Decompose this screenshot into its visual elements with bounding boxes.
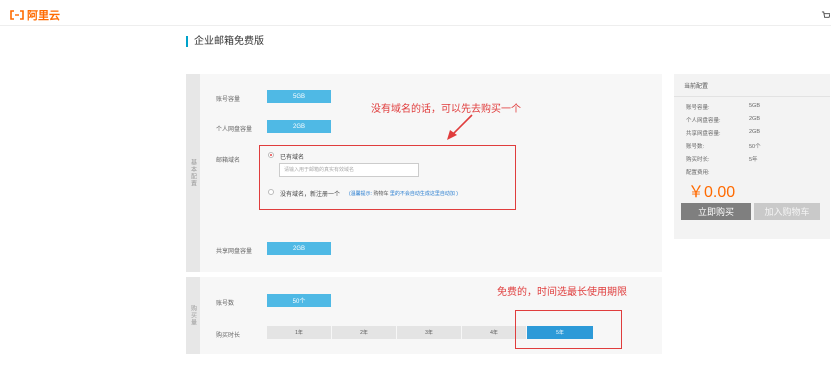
summary-value-capacity: 5GB <box>749 103 761 109</box>
summary-label-shared: 共享网盘容量: <box>686 131 721 137</box>
summary-price: ￥0.00 <box>688 184 736 201</box>
account-capacity-label: 账号容量 <box>216 97 241 103</box>
purchase-side-label: 购买量 <box>186 277 200 354</box>
duration-annotation-box <box>515 310 622 349</box>
summary-value-accounts: 50个 <box>749 144 761 150</box>
personal-disk-value[interactable]: 2GB <box>267 120 331 133</box>
page-title: 企业邮箱免费版 <box>186 36 264 47</box>
top-bar: 阿里云 <box>0 0 831 26</box>
summary-value-shared: 2GB <box>749 129 761 135</box>
summary-label-capacity: 账号容量: <box>686 105 710 111</box>
summary-value-duration: 5年 <box>749 157 758 163</box>
summary-label-duration: 购买时长: <box>686 157 710 163</box>
aliyun-logo[interactable]: 阿里云 <box>10 7 60 23</box>
duration-annotation-text: 免费的，时间选最长使用期限 <box>497 287 627 298</box>
summary-value-personal: 2GB <box>749 116 761 122</box>
buy-now-button[interactable]: 立即购买 <box>681 203 751 220</box>
accounts-label: 账号数 <box>216 301 235 307</box>
duration-option-1[interactable]: 1年 <box>267 326 331 339</box>
basic-config-side-label: 基本配置 <box>186 74 200 272</box>
duration-option-3[interactable]: 3年 <box>397 326 461 339</box>
account-capacity-value[interactable]: 5GB <box>267 90 331 103</box>
shared-disk-value[interactable]: 2GB <box>267 242 331 255</box>
summary-label-fee: 配置费用: <box>686 170 710 176</box>
cart-icon[interactable] <box>821 7 831 25</box>
summary-title: 当前配置 <box>684 84 709 90</box>
summary-label-personal: 个人网盘容量: <box>686 118 721 124</box>
shared-disk-label: 共享网盘容量 <box>216 249 253 255</box>
summary-label-accounts: 账号数: <box>686 144 705 150</box>
logo-text: 阿里云 <box>27 10 60 22</box>
duration-option-2[interactable]: 2年 <box>332 326 396 339</box>
add-to-cart-button[interactable]: 加入购物车 <box>754 203 820 220</box>
accounts-value[interactable]: 50个 <box>267 294 331 307</box>
summary-divider <box>674 96 830 97</box>
duration-label: 购买时长 <box>216 333 241 339</box>
domain-label: 邮箱域名 <box>216 158 241 164</box>
annotation-arrow-icon <box>447 114 473 140</box>
domain-annotation-box <box>259 145 516 210</box>
aliyun-logo-icon <box>10 10 24 20</box>
personal-disk-label: 个人网盘容量 <box>216 127 253 133</box>
